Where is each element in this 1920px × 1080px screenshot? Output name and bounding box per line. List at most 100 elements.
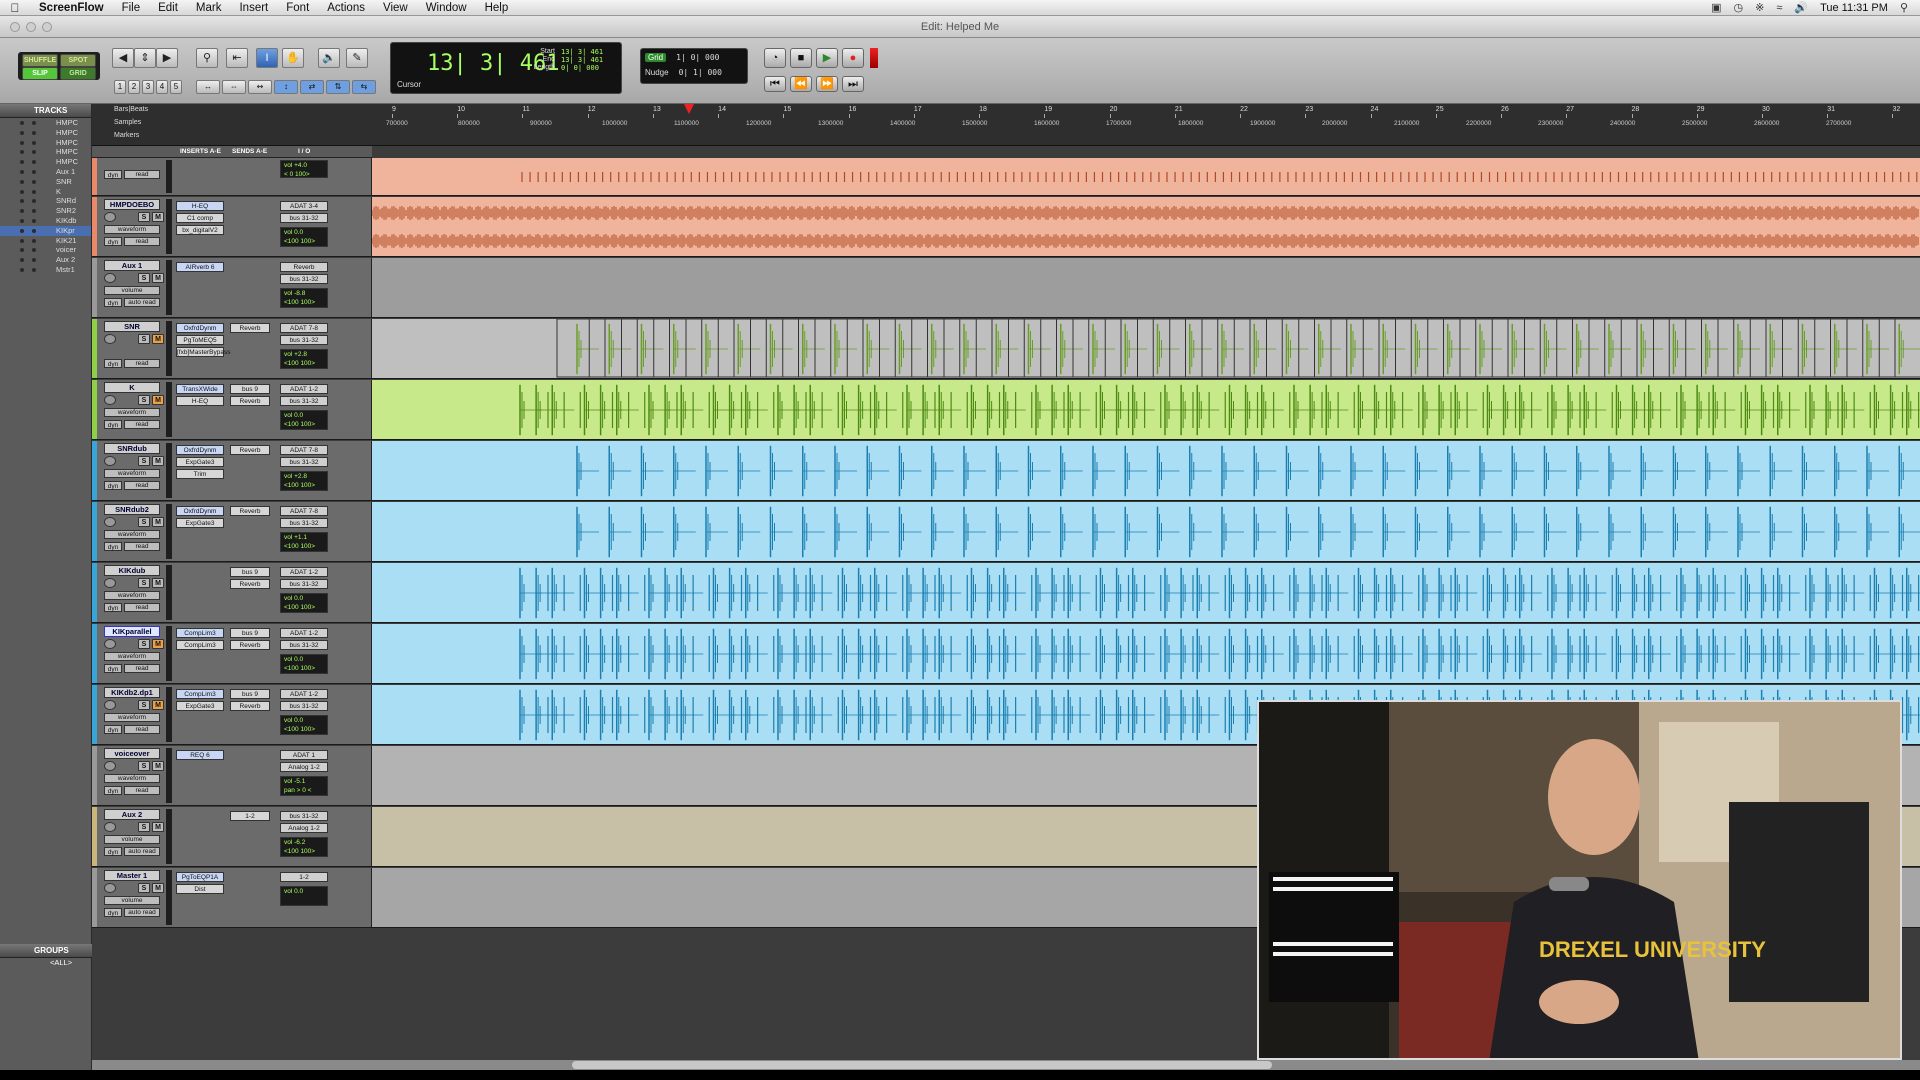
track-list-item[interactable]: KIKpr	[0, 225, 91, 236]
solo-button[interactable]: S	[138, 212, 150, 222]
tracks-header[interactable]: TRACKS	[0, 104, 91, 118]
send-slot[interactable]: Reverb	[230, 396, 270, 406]
dyn-button[interactable]: dyn	[104, 359, 122, 368]
mute-button[interactable]: M	[152, 456, 164, 466]
track-name[interactable]: SNRdub	[104, 443, 160, 454]
solo-button[interactable]: S	[138, 822, 150, 832]
online-button[interactable]: ◔	[764, 48, 786, 68]
track-view-selector[interactable]: volume	[104, 286, 160, 295]
track-list-item[interactable]: HMPC	[0, 118, 91, 128]
track-playlist-lane[interactable]	[372, 380, 1920, 439]
menu-file[interactable]: File	[113, 2, 150, 14]
output-selector[interactable]: bus 31-32	[280, 274, 328, 284]
pencil-tool-icon[interactable]: ✎	[346, 48, 368, 68]
output-selector[interactable]: bus 31-32	[280, 640, 328, 650]
record-arm-button[interactable]	[104, 883, 116, 893]
solo-button[interactable]: S	[138, 883, 150, 893]
track-active-dot-icon[interactable]	[32, 130, 36, 135]
mute-button[interactable]: M	[152, 639, 164, 649]
track-list-item[interactable]: Mstr1	[0, 265, 91, 275]
slip-mode-button[interactable]: SLIP	[22, 67, 58, 80]
zoom-window-button[interactable]	[42, 22, 52, 32]
menu-help[interactable]: Help	[476, 2, 518, 14]
track-active-dot-icon[interactable]	[32, 267, 36, 272]
track-view-selector[interactable]: waveform	[104, 591, 160, 600]
group-all[interactable]: <ALL>	[0, 958, 92, 968]
keyboard-focus-icon[interactable]: ⇅	[326, 80, 350, 94]
nudge-label[interactable]: Nudge	[645, 68, 669, 77]
input-selector[interactable]: 1-2	[280, 872, 328, 882]
track-list-item[interactable]: Aux 1	[0, 167, 91, 177]
menu-insert[interactable]: Insert	[230, 2, 277, 14]
volume-pan-readout[interactable]: vol 0.0 <100 100>	[280, 227, 328, 247]
time-machine-icon[interactable]: ◷	[1733, 1, 1743, 14]
track-name[interactable]: voiceover	[104, 748, 160, 759]
mute-button[interactable]: M	[152, 517, 164, 527]
spotlight-search-icon[interactable]: ⚲	[1900, 1, 1908, 14]
track-list-item[interactable]: K	[0, 187, 91, 197]
track-visibility-dot-icon[interactable]	[20, 258, 24, 263]
track-active-dot-icon[interactable]	[32, 199, 36, 204]
menu-view[interactable]: View	[374, 2, 417, 14]
track-view-selector[interactable]: volume	[104, 835, 160, 844]
track-view-selector[interactable]: waveform	[104, 652, 160, 661]
input-selector[interactable]: ADAT 1	[280, 750, 328, 760]
insert-slot[interactable]: CompLim3	[176, 628, 224, 638]
track-name[interactable]: SNRdub2	[104, 504, 160, 515]
track-playlist-lane[interactable]	[372, 502, 1920, 561]
track-name[interactable]: HMPDOEBO	[104, 199, 160, 210]
track-view-selector[interactable]: volume	[104, 896, 160, 905]
end-value[interactable]: 13| 3| 461	[561, 56, 603, 64]
volume-pan-readout[interactable]: vol +2.8 <100 100>	[280, 349, 328, 369]
track-visibility-dot-icon[interactable]	[20, 189, 24, 194]
shuffle-mode-button[interactable]: SHUFFLE	[22, 54, 58, 67]
apple-menu-icon[interactable]: 	[0, 1, 30, 15]
selector-tool-icon[interactable]: I	[256, 48, 278, 68]
link-timeline-icon[interactable]: ⇔	[222, 80, 246, 94]
track-active-dot-icon[interactable]	[32, 258, 36, 263]
track-playlist-lane[interactable]	[372, 197, 1920, 256]
bars-ruler[interactable]: 9 10 11 12 13 14 15 16 17 18 19 20 21 22 23 24 25 26 27 28 2…	[372, 104, 1920, 118]
record-arm-button[interactable]	[104, 578, 116, 588]
track-visibility-dot-icon[interactable]	[20, 218, 24, 223]
insert-slot[interactable]: C1 comp	[176, 213, 224, 223]
screen-record-icon[interactable]: ▣	[1711, 1, 1721, 14]
track-list-item[interactable]: HMPC	[0, 147, 91, 157]
track-list-item[interactable]: KIKdb	[0, 216, 91, 226]
input-selector[interactable]: ADAT 1-2	[280, 384, 328, 394]
dyn-button[interactable]: dyn	[104, 908, 122, 917]
track-visibility-dot-icon[interactable]	[20, 228, 24, 233]
grid-value[interactable]: 1| 0| 000	[676, 53, 719, 62]
track-view-selector[interactable]: waveform	[104, 225, 160, 234]
start-value[interactable]: 13| 3| 461	[561, 48, 603, 56]
zoom-out-icon[interactable]: ◀	[112, 48, 134, 68]
solo-button[interactable]: S	[138, 761, 150, 771]
dyn-button[interactable]: dyn	[104, 725, 122, 734]
insert-slot[interactable]: [fxb]MasterBypass	[176, 347, 230, 357]
send-slot[interactable]: Reverb	[230, 445, 270, 455]
commands-focus-icon[interactable]: ⇆	[352, 80, 376, 94]
track-active-dot-icon[interactable]	[32, 121, 36, 125]
scrollbar-thumb[interactable]	[572, 1061, 1272, 1069]
minimize-window-button[interactable]	[26, 22, 36, 32]
automation-mode-selector[interactable]: read	[124, 542, 160, 551]
stop-button[interactable]: ■	[790, 48, 812, 68]
track-list-item[interactable]: HMPC	[0, 157, 91, 167]
insert-slot[interactable]: PgToEQP1A	[176, 872, 224, 882]
mute-button[interactable]: M	[152, 883, 164, 893]
automation-mode-selector[interactable]: auto read	[124, 908, 160, 917]
record-arm-button[interactable]	[104, 456, 116, 466]
samples-ruler[interactable]: 700000 800000 900000 1000000 1100000 1200000 1…	[372, 118, 1920, 132]
menu-edit[interactable]: Edit	[149, 2, 187, 14]
send-slot[interactable]: 1-2	[230, 811, 270, 821]
track-active-dot-icon[interactable]	[32, 248, 36, 253]
insert-slot[interactable]: AIRverb 6	[176, 262, 224, 272]
track-visibility-dot-icon[interactable]	[20, 121, 24, 125]
wifi-icon[interactable]: ≈	[1776, 2, 1782, 14]
close-window-button[interactable]	[10, 22, 20, 32]
nudge-value[interactable]: 0| 1| 000	[679, 68, 722, 77]
automation-mode-selector[interactable]: read	[124, 481, 160, 490]
automation-mode-selector[interactable]: read	[124, 237, 160, 246]
automation-mode-selector[interactable]: read	[124, 359, 160, 368]
record-button[interactable]: ●	[842, 48, 864, 68]
